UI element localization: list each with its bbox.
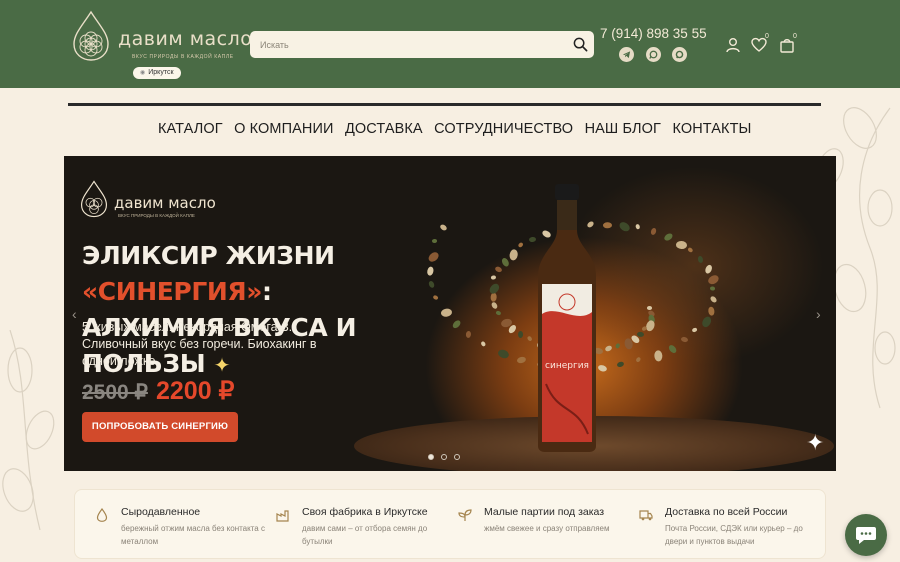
nav-item-about[interactable]: О КОМПАНИИ bbox=[234, 121, 333, 137]
seed bbox=[647, 306, 652, 310]
hero-glow-secondary bbox=[564, 166, 824, 366]
feature-description: давим сами – от отбора семян до бутылки bbox=[302, 524, 428, 546]
bottle-label: синергия bbox=[545, 361, 589, 371]
hero-logo-tagline: ВКУС ПРИРОДЫ В КАЖДОЙ КАПЛЕ bbox=[118, 213, 195, 218]
whatsapp-icon[interactable] bbox=[646, 47, 661, 62]
nav-item-blog[interactable]: НАШ БЛОГ bbox=[585, 121, 661, 137]
feature-title: Малые партии под заказ bbox=[484, 506, 605, 518]
city-selector[interactable]: ◉ Иркутск bbox=[133, 67, 181, 79]
carousel-dot-3[interactable] bbox=[454, 454, 460, 460]
hero-logo-text: давим масло bbox=[114, 194, 216, 212]
search-bar bbox=[250, 31, 594, 58]
price-old: 2500 ₽ bbox=[82, 381, 148, 404]
chat-widget-button[interactable] bbox=[845, 514, 887, 556]
drop-icon bbox=[96, 508, 108, 522]
feature-title: Своя фабрика в Иркутске bbox=[302, 506, 428, 518]
carousel-prev-arrow[interactable]: ‹ bbox=[72, 306, 77, 322]
carousel-dot-1[interactable] bbox=[428, 454, 434, 460]
nav-item-delivery[interactable]: ДОСТАВКА bbox=[345, 121, 423, 137]
oil-bottle-image: синергия bbox=[538, 184, 596, 452]
hero-banner[interactable]: давим масло ВКУС ПРИРОДЫ В КАЖДОЙ КАПЛЕ … bbox=[64, 156, 836, 471]
sparkle-star-icon: ✦ bbox=[806, 430, 825, 455]
hero-title-prefix: ЭЛИКСИР ЖИЗНИ bbox=[82, 241, 335, 270]
carousel-dot-2[interactable] bbox=[441, 454, 447, 460]
main-nav: КАТАЛОГ О КОМПАНИИ ДОСТАВКА СОТРУДНИЧЕСТ… bbox=[158, 120, 759, 138]
account-icon[interactable] bbox=[725, 37, 741, 53]
max-messenger-icon[interactable] bbox=[672, 47, 687, 62]
hero-logo: давим масло ВКУС ПРИРОДЫ В КАЖДОЙ КАПЛЕ bbox=[80, 180, 240, 220]
city-label: Иркутск bbox=[148, 69, 174, 76]
seed bbox=[636, 331, 645, 337]
messenger-links bbox=[619, 47, 689, 63]
feature-description: Почта России, СДЭК или курьер – до двери… bbox=[665, 524, 803, 546]
feature-title: Сыродавленное bbox=[121, 506, 201, 518]
telegram-icon[interactable] bbox=[619, 47, 634, 62]
feature-title: Доставка по всей России bbox=[665, 506, 788, 518]
chat-bubble-icon bbox=[856, 527, 876, 544]
cart-count: 0 bbox=[793, 33, 797, 40]
feature-description: бережный отжим масла без контакта с мета… bbox=[121, 524, 265, 546]
phone-link[interactable]: 7 (914) 898 35 55 bbox=[600, 26, 707, 41]
search-icon[interactable] bbox=[573, 37, 588, 52]
nav-divider bbox=[68, 103, 821, 106]
feature-description: жмём свежее и сразу отправляем bbox=[484, 524, 610, 533]
hero-title-suffix: : bbox=[262, 277, 272, 306]
nav-item-cooperation[interactable]: СОТРУДНИЧЕСТВО bbox=[434, 121, 573, 137]
flower-of-life-logo-icon bbox=[73, 10, 109, 61]
try-synergy-button[interactable]: ПОПРОБОВАТЬ СИНЕРГИЮ bbox=[82, 412, 238, 442]
hero-logo-mark-icon bbox=[80, 180, 108, 218]
seed bbox=[518, 330, 524, 338]
botanical-decoration-left bbox=[2, 330, 55, 531]
site-header: давим масло ВКУС ПРИРОДЫ В КАЖДОЙ КАПЛЕ … bbox=[0, 0, 900, 88]
search-input[interactable] bbox=[250, 31, 560, 58]
hero-description: 5 живых масел. Рекордная Омега-3. Сливоч… bbox=[82, 320, 317, 368]
price-new: 2200 ₽ bbox=[156, 377, 235, 405]
factory-icon bbox=[276, 510, 289, 522]
carousel-dots bbox=[428, 454, 468, 462]
location-pin-icon: ◉ bbox=[140, 70, 146, 76]
logo-tagline: ВКУС ПРИРОДЫ В КАЖДОЙ КАПЛЕ bbox=[132, 54, 234, 60]
seed bbox=[439, 223, 449, 232]
logo-text: давим масло bbox=[118, 28, 253, 50]
truck-icon bbox=[639, 510, 653, 521]
nav-item-contacts[interactable]: КОНТАКТЫ bbox=[672, 121, 751, 137]
seed bbox=[696, 255, 704, 264]
sprout-icon bbox=[458, 509, 472, 521]
hero-title-accent: «СИНЕРГИЯ» bbox=[82, 277, 262, 306]
carousel-next-arrow[interactable]: › bbox=[816, 306, 821, 322]
nav-item-catalog[interactable]: КАТАЛОГ bbox=[158, 121, 223, 137]
seed bbox=[602, 221, 613, 229]
favorites-count: 0 bbox=[765, 33, 769, 40]
features-strip: Сыродавленное бережный отжим масла без к… bbox=[74, 489, 826, 559]
